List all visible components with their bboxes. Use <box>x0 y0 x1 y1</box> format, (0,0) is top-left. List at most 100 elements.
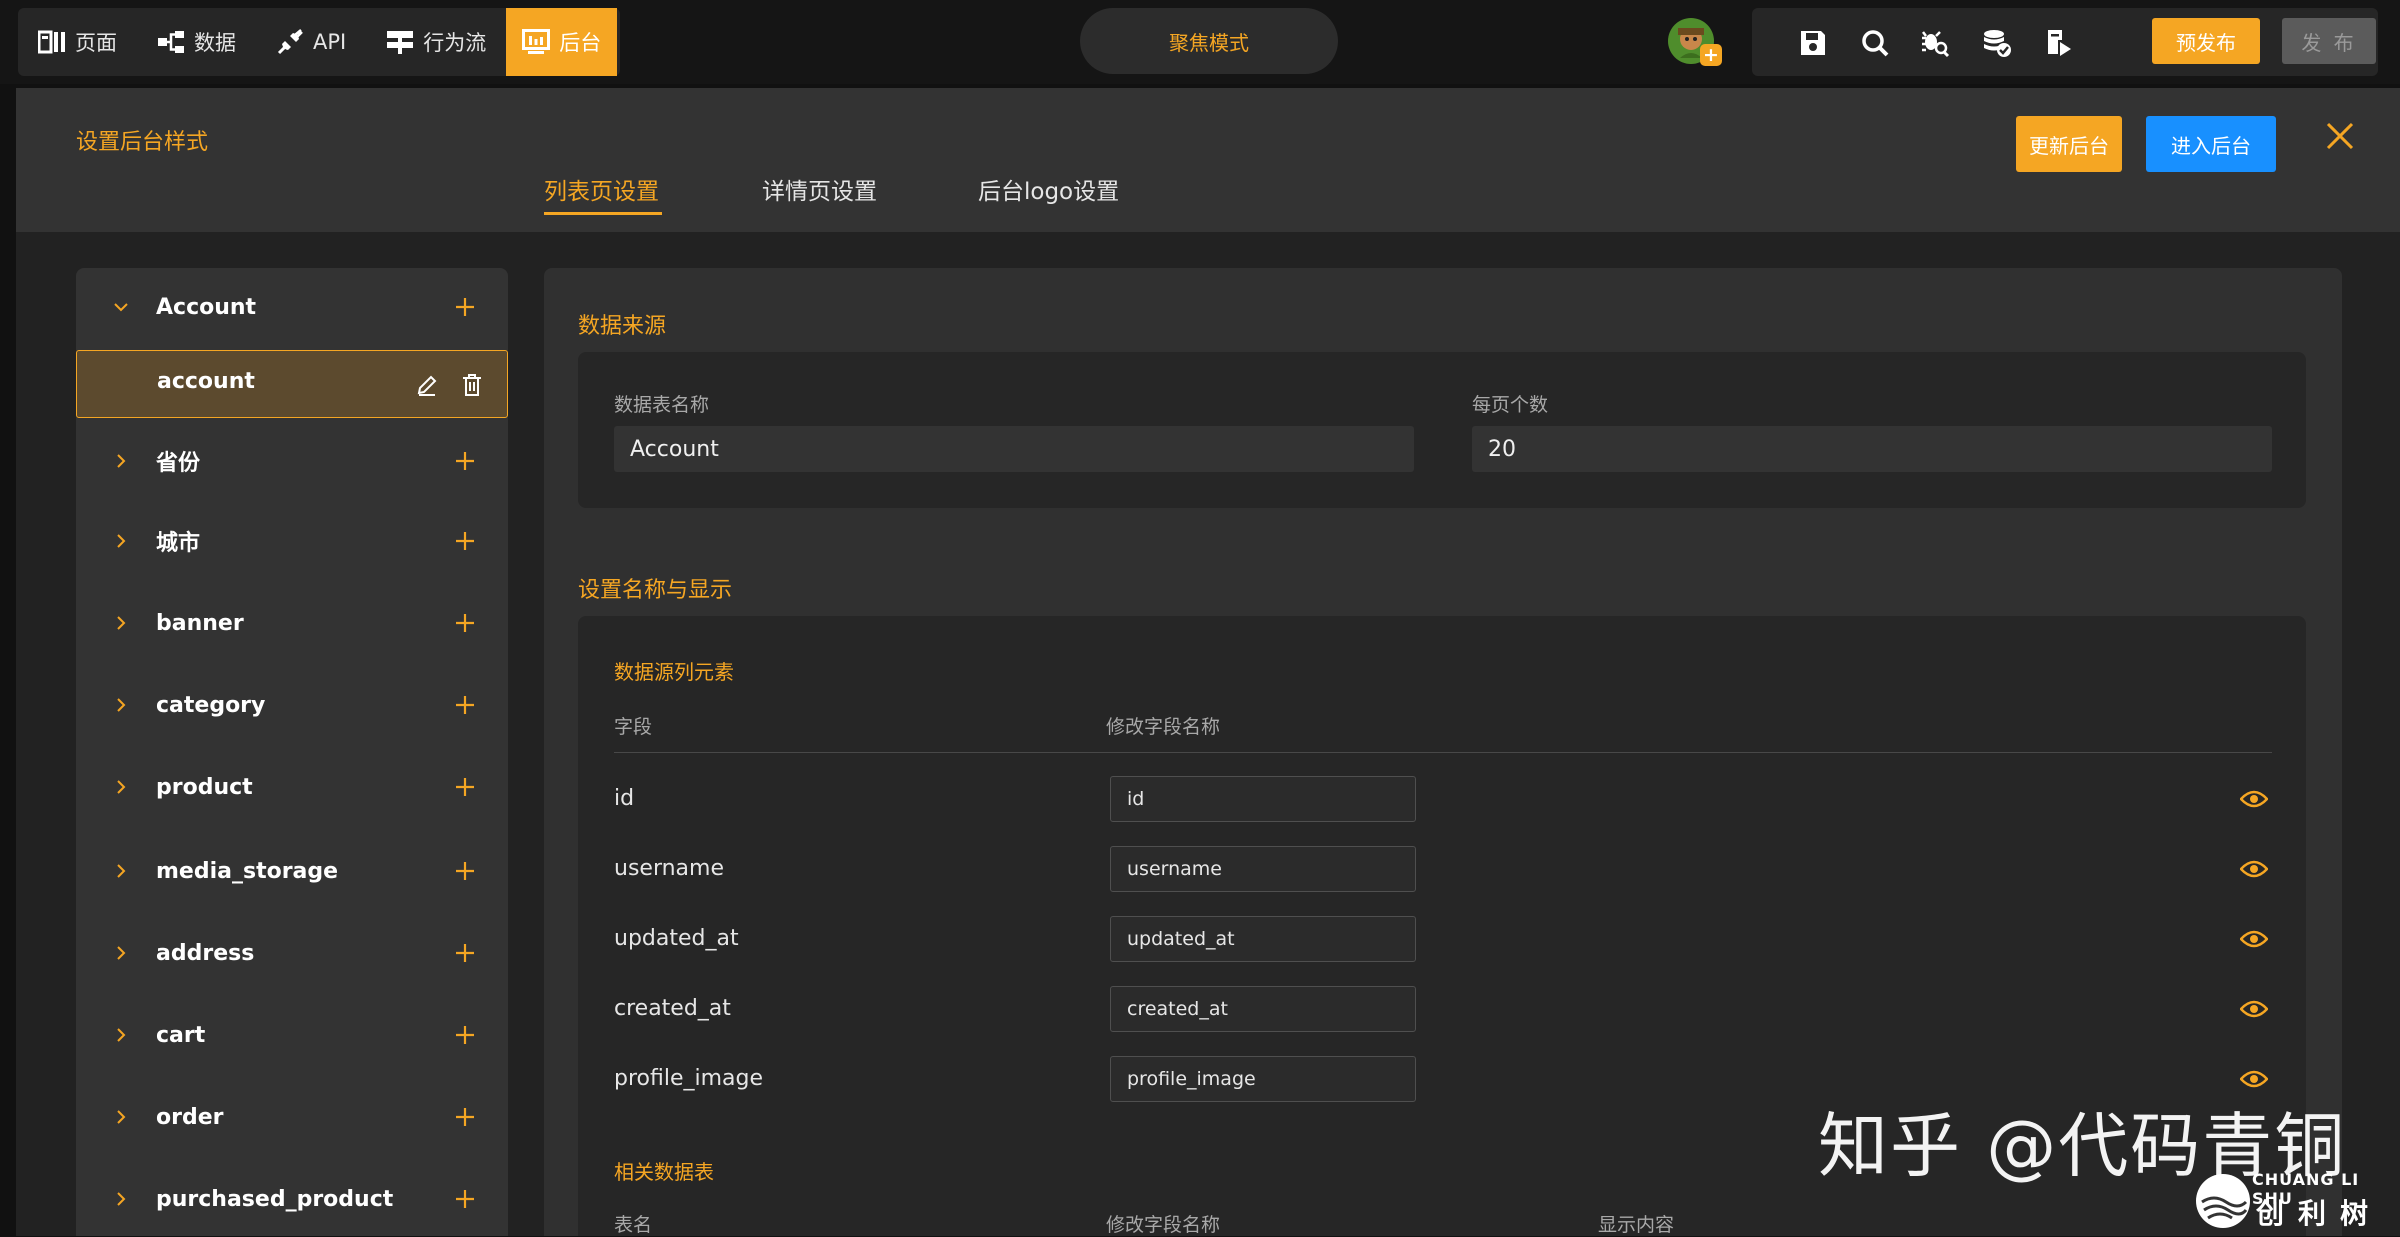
visibility-eye-icon[interactable] <box>2240 999 2268 1019</box>
sidebar-item[interactable]: purchased_product <box>76 1164 508 1234</box>
field-name: username <box>614 856 724 881</box>
sidebar-item[interactable]: category <box>76 670 508 740</box>
publish-button[interactable]: 发 布 <box>2282 18 2376 64</box>
header-divider <box>614 752 2272 753</box>
tab-detail-settings[interactable]: 详情页设置 <box>762 172 877 206</box>
main-nav: 页面 数据 API 行为流 后台 <box>18 8 620 76</box>
tab-logo-settings[interactable]: 后台logo设置 <box>978 172 1119 206</box>
visibility-eye-icon[interactable] <box>2240 859 2268 879</box>
sidebar-item[interactable]: 城市 <box>76 506 508 576</box>
add-icon[interactable] <box>454 612 476 634</box>
nav-item-label: 行为流 <box>423 31 487 55</box>
data-tree-icon <box>158 31 184 53</box>
field-name: profile_image <box>614 1066 764 1091</box>
nav-item-label: 后台 <box>559 31 602 55</box>
nav-item-api[interactable]: API <box>256 8 366 76</box>
sidebar-group-label: Account <box>156 294 257 320</box>
database-check-icon[interactable] <box>1982 28 2012 58</box>
related-column-table: 表名 <box>614 1214 653 1236</box>
chevron-down-icon[interactable] <box>112 298 130 316</box>
field-name: updated_at <box>614 926 739 951</box>
field-rename-value: updated_at <box>1127 928 1235 950</box>
focus-mode-label: 聚焦模式 <box>1169 30 1249 55</box>
sidebar-item[interactable]: media_storage <box>76 836 508 906</box>
page-size-field[interactable]: 20 <box>1472 426 2272 472</box>
add-icon[interactable] <box>454 296 476 318</box>
field-rename-value: created_at <box>1127 998 1228 1020</box>
field-rename-input[interactable]: created_at <box>1110 986 1416 1032</box>
nav-item-data[interactable]: 数据 <box>137 8 256 76</box>
data-source-title: 数据来源 <box>578 314 667 339</box>
search-icon[interactable] <box>1860 28 1890 58</box>
add-icon[interactable] <box>454 942 476 964</box>
enter-backend-button[interactable]: 进入后台 <box>2146 116 2276 172</box>
sidebar-item[interactable]: product <box>76 752 508 822</box>
nav-item-label: 页面 <box>75 31 117 55</box>
chevron-right-icon[interactable] <box>112 944 130 962</box>
nav-item-flow[interactable]: 行为流 <box>366 8 506 76</box>
chevron-right-icon[interactable] <box>112 532 130 550</box>
sidebar-item-account-selected[interactable]: account <box>76 350 508 418</box>
edit-icon[interactable] <box>415 373 439 397</box>
visibility-eye-icon[interactable] <box>2240 1069 2268 1089</box>
field-rename-input[interactable]: profile_image <box>1110 1056 1416 1102</box>
sidebar-group-account[interactable]: Account <box>76 272 508 342</box>
update-backend-button[interactable]: 更新后台 <box>2016 116 2122 172</box>
add-icon[interactable] <box>454 1106 476 1128</box>
chevron-right-icon[interactable] <box>112 1026 130 1044</box>
nav-item-page[interactable]: 页面 <box>18 8 137 76</box>
add-icon[interactable] <box>454 694 476 716</box>
visibility-eye-icon[interactable] <box>2240 789 2268 809</box>
add-icon[interactable] <box>454 1024 476 1046</box>
save-icon[interactable] <box>1798 28 1828 58</box>
visibility-eye-icon[interactable] <box>2240 929 2268 949</box>
nav-item-label: 数据 <box>194 31 236 55</box>
sidebar-item[interactable]: order <box>76 1082 508 1152</box>
chevron-right-icon[interactable] <box>112 862 130 880</box>
add-member-icon[interactable]: + <box>1700 44 1722 66</box>
related-column-display: 显示内容 <box>1598 1214 1675 1236</box>
brand-name-cn: 创利树 <box>2256 1197 2383 1230</box>
add-icon[interactable] <box>454 450 476 472</box>
field-rename-input[interactable]: updated_at <box>1110 916 1416 962</box>
field-rename-value: profile_image <box>1127 1068 1256 1090</box>
field-rename-value: id <box>1127 788 1145 810</box>
columns-subtitle: 数据源列元素 <box>614 660 734 684</box>
close-icon[interactable] <box>2320 116 2360 156</box>
add-icon[interactable] <box>454 860 476 882</box>
dashboard-icon <box>522 29 551 54</box>
sidebar-item[interactable]: cart <box>76 1000 508 1070</box>
delete-icon[interactable] <box>461 373 483 397</box>
sidebar-item[interactable]: address <box>76 918 508 988</box>
field-name: created_at <box>614 996 731 1021</box>
prepublish-button[interactable]: 预发布 <box>2152 18 2260 64</box>
field-rename-value: username <box>1127 858 1222 880</box>
sidebar-item-label: 城市 <box>156 531 201 556</box>
sidebar-item-label: cart <box>156 1022 206 1048</box>
table-name-value: Account <box>630 436 719 462</box>
sidebar-item[interactable]: banner <box>76 588 508 658</box>
page-size-label: 每页个数 <box>1472 394 1549 416</box>
sidebar-item[interactable]: 省份 <box>76 426 508 496</box>
related-column-rename: 修改字段名称 <box>1106 1214 1221 1236</box>
tab-list-settings[interactable]: 列表页设置 <box>544 172 659 206</box>
table-name-field[interactable]: Account <box>614 426 1414 472</box>
add-icon[interactable] <box>454 1188 476 1210</box>
debug-search-icon[interactable] <box>1920 28 1950 58</box>
add-icon[interactable] <box>454 776 476 798</box>
sidebar-item-label: address <box>156 940 255 966</box>
field-rename-input[interactable]: username <box>1110 846 1416 892</box>
nav-item-backend[interactable]: 后台 <box>506 8 618 76</box>
add-icon[interactable] <box>454 530 476 552</box>
chevron-right-icon[interactable] <box>112 1190 130 1208</box>
sidebar-item-label: order <box>156 1104 224 1130</box>
chevron-right-icon[interactable] <box>112 614 130 632</box>
chevron-right-icon[interactable] <box>112 696 130 714</box>
field-rename-input[interactable]: id <box>1110 776 1416 822</box>
chevron-right-icon[interactable] <box>112 1108 130 1126</box>
chevron-right-icon[interactable] <box>112 778 130 796</box>
preview-play-icon[interactable] <box>2044 28 2074 58</box>
focus-mode-button[interactable]: 聚焦模式 <box>1080 8 1338 74</box>
chevron-right-icon[interactable] <box>112 452 130 470</box>
sidebar-item-label: banner <box>156 610 244 636</box>
